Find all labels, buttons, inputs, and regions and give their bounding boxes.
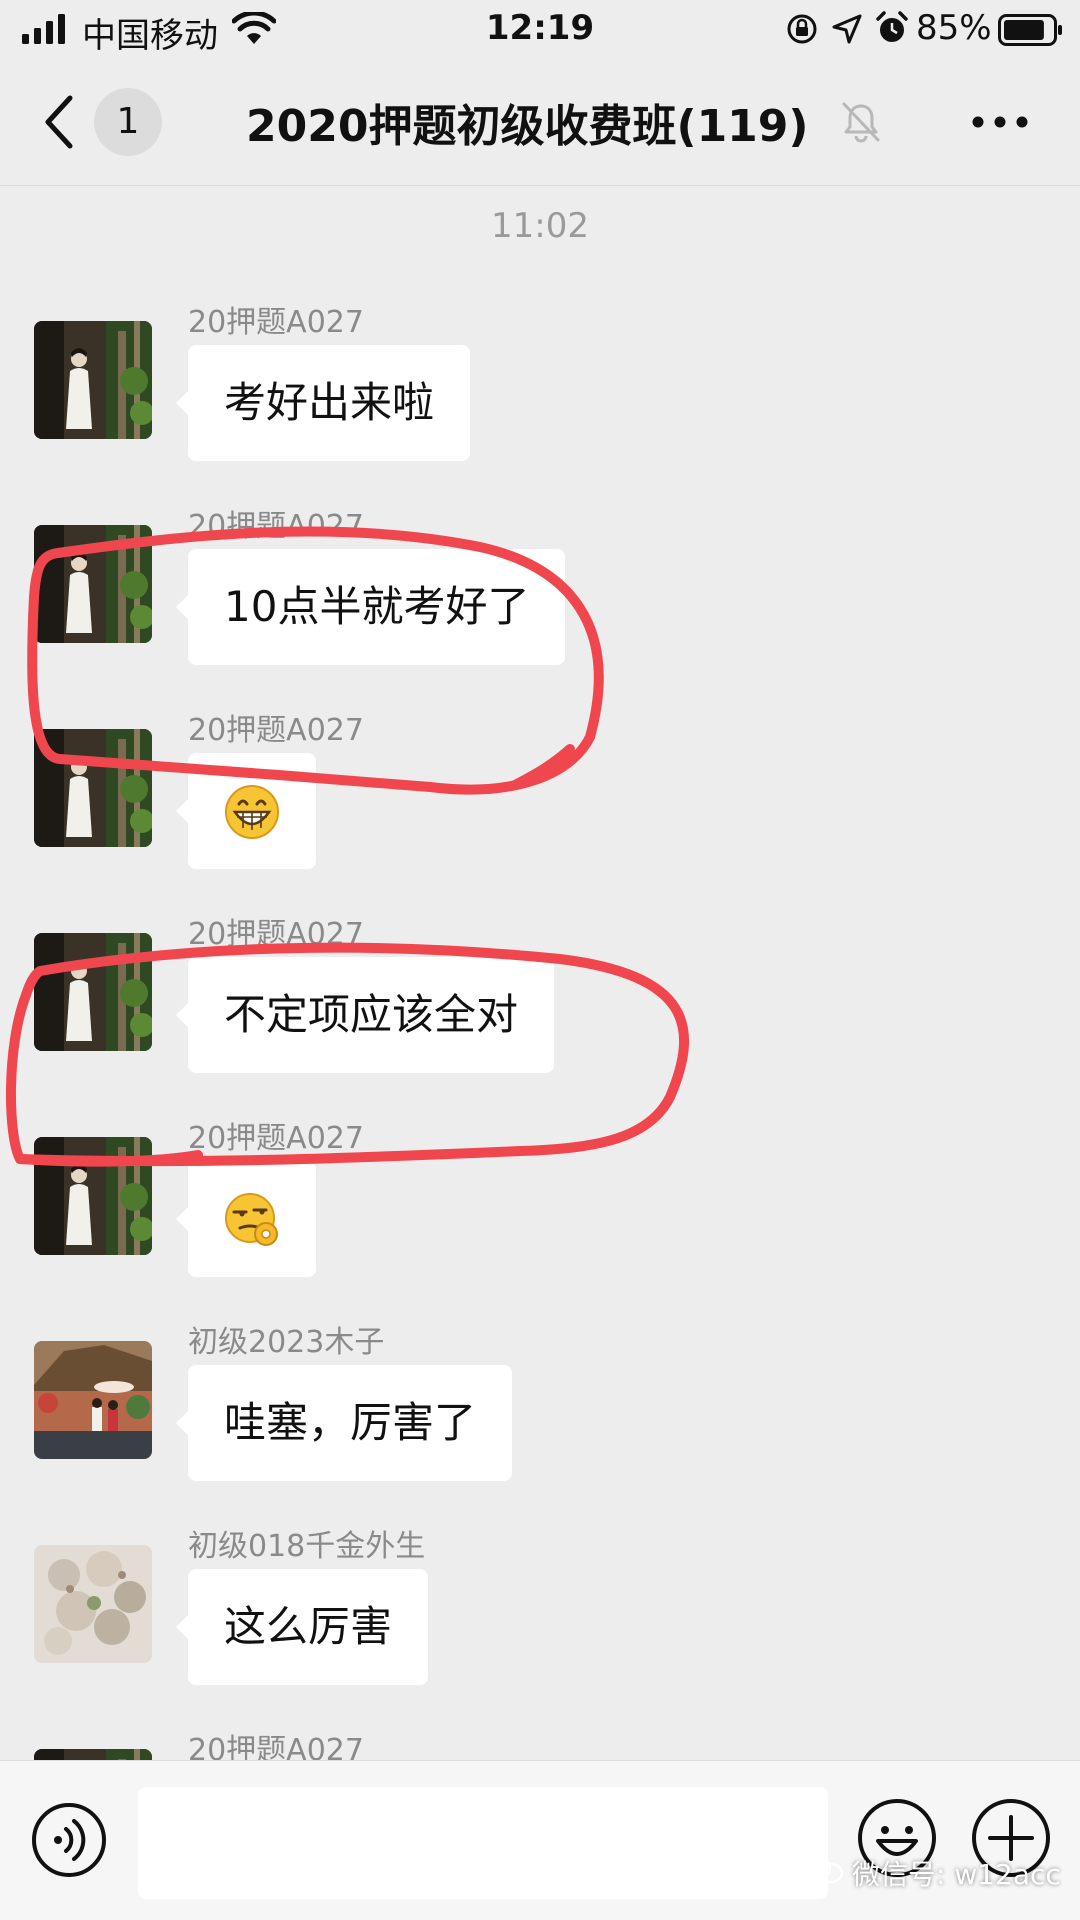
message-list[interactable]: 11:02 20押题A027 考好出来啦 20押题A027 10点半就考好了 2… — [0, 187, 1080, 1760]
orientation-lock-icon — [787, 14, 817, 44]
message-bubble[interactable]: 10点半就考好了 — [175, 549, 566, 665]
alarm-icon — [876, 11, 908, 42]
chat-title: 2020押题初级收费班(119) — [246, 101, 809, 152]
sender-name: 20押题A027 — [188, 1121, 364, 1156]
sender-name: 20押题A027 — [188, 917, 364, 952]
message-bubble[interactable]: 哇塞，厉害了 — [175, 1365, 513, 1481]
message-item: 20押题A027 考好出来啦 — [0, 291, 1080, 471]
avatar[interactable] — [34, 933, 152, 1051]
smirk-ok-hand-emoji — [225, 1193, 278, 1246]
sender-name: 20押题A027 — [188, 509, 364, 544]
battery-icon — [998, 14, 1062, 46]
message-bubble[interactable]: 不定项应该全对 — [175, 957, 555, 1073]
avatar[interactable] — [34, 729, 152, 847]
sender-name: 初级2023木子 — [188, 1325, 385, 1360]
message-item: 初级018千金外生 这么厉害 — [0, 1515, 1080, 1695]
status-bar: 中国移动 12:19 85% — [0, 0, 1080, 62]
message-item: 20押题A027 — [0, 699, 1080, 879]
sender-name: 20押题A027 — [188, 305, 364, 340]
message-item: 初级2023木子 哇塞，厉害了 — [0, 1311, 1080, 1491]
message-input[interactable] — [138, 1787, 828, 1899]
message-item: 20押题A027 — [0, 1107, 1080, 1287]
sender-name: 20押题A027 — [188, 1733, 364, 1760]
avatar[interactable] — [34, 1341, 152, 1459]
chat-header: 1 2020押题初级收费班(119) — [0, 62, 1080, 186]
grinning-face-emoji — [225, 785, 279, 839]
sender-name: 初级018千金外生 — [188, 1529, 426, 1564]
location-icon — [832, 14, 862, 44]
message-bubble[interactable] — [176, 1161, 316, 1277]
time-separator: 11:02 — [491, 206, 589, 246]
avatar[interactable] — [34, 1749, 152, 1760]
back-icon[interactable] — [40, 92, 80, 152]
battery-percent: 85% — [916, 8, 992, 48]
chat-screen: 中国移动 12:19 85% 1 2020押题初级收费班(119) 11:02 … — [0, 0, 1080, 1920]
mute-icon — [842, 102, 880, 143]
input-bar: 微信号: w12acc — [0, 1760, 1080, 1920]
avatar[interactable] — [34, 525, 152, 643]
message-bubble[interactable] — [176, 753, 316, 869]
unread-count-badge[interactable]: 1 — [94, 88, 162, 156]
avatar[interactable] — [34, 321, 152, 439]
message-item: 20押题A027 10点半就考好了 — [0, 495, 1080, 675]
avatar[interactable] — [34, 1137, 152, 1255]
message-bubble[interactable]: 考好出来啦 — [175, 345, 471, 461]
avatar[interactable] — [34, 1545, 152, 1663]
voice-icon[interactable] — [30, 1801, 108, 1879]
watermark-text: 微信号: w12acc — [852, 1858, 1061, 1891]
wechat-icon — [800, 1855, 844, 1884]
sender-name: 20押题A027 — [188, 713, 364, 748]
more-icon[interactable] — [970, 110, 1030, 134]
message-item: 20押题A027 — [0, 1719, 1080, 1760]
message-bubble[interactable]: 这么厉害 — [175, 1569, 429, 1685]
message-item: 20押题A027 不定项应该全对 — [0, 903, 1080, 1083]
